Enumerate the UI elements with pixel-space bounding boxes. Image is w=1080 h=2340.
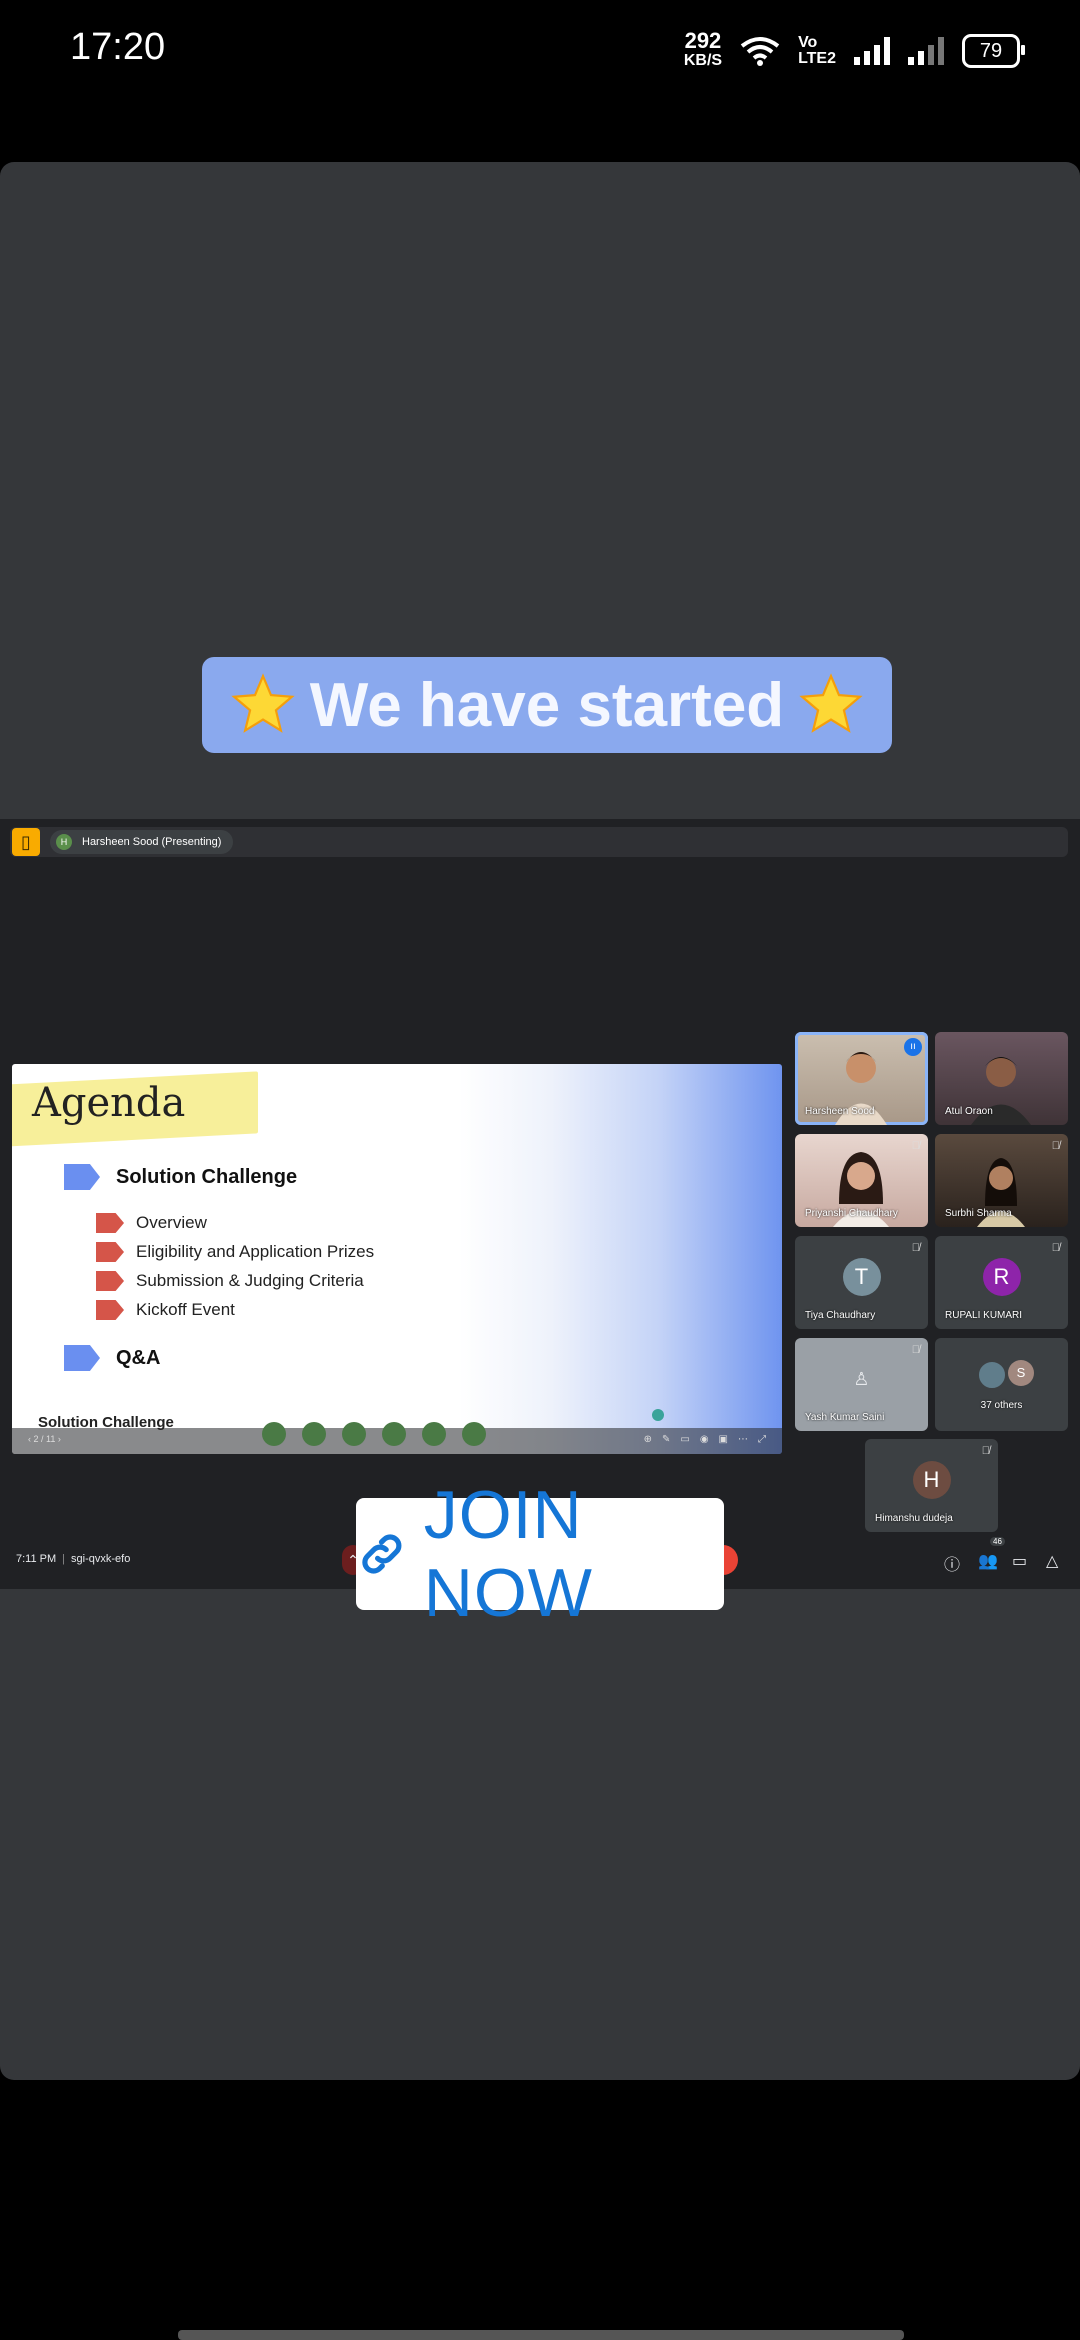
section-tag-icon [64, 1345, 100, 1371]
item-tag-icon [96, 1300, 124, 1320]
battery-icon: 79 [962, 34, 1025, 68]
star-icon [799, 673, 863, 733]
participant-tile[interactable]: 🎙̸ Priyanshi Chaudhary [795, 1134, 928, 1227]
slide-decoration [262, 1422, 486, 1446]
meet-top-bar: ▯ H Harsheen Sood (Presenting) [10, 827, 1068, 857]
agenda-item: Submission & Judging Criteria [96, 1271, 364, 1291]
participant-avatar: T [842, 1258, 881, 1296]
star-icon [231, 673, 295, 733]
broadcast-icon[interactable]: ◉ [700, 1434, 709, 1445]
signal-sim1-icon [854, 37, 890, 65]
meet-logo-icon: ▯ [12, 828, 40, 856]
network-speed: 292 KB/S [683, 28, 723, 70]
info-icon[interactable]: ⓘ [944, 1551, 960, 1575]
pointer-cursor [652, 1409, 664, 1421]
signal-sim2-icon [908, 37, 944, 65]
agenda-section: Solution Challenge [64, 1164, 297, 1190]
participant-tile[interactable]: Atul Oraon [935, 1032, 1068, 1125]
meeting-code: sgi-qvxk-efo [71, 1553, 131, 1565]
participant-tile[interactable]: T 🎙̸ Tiya Chaudhary [795, 1236, 928, 1329]
user-avatar-icon: ♙ [853, 1369, 870, 1389]
agenda-item: Overview [96, 1213, 207, 1233]
more-icon[interactable]: ⋯ [738, 1434, 748, 1445]
presenter-chip[interactable]: H Harsheen Sood (Presenting) [50, 830, 234, 854]
slide-title: Agenda [32, 1080, 186, 1126]
meet-screenshot: ▯ H Harsheen Sood (Presenting) Agenda So… [0, 819, 1080, 1589]
mic-off-icon: 🎙̸ [911, 1140, 920, 1152]
presenter-label: Harsheen Sood (Presenting) [82, 836, 222, 848]
started-banner: We have started [202, 657, 892, 753]
others-avatar: S [1008, 1360, 1034, 1386]
speaking-indicator-icon: ıı [904, 1038, 922, 1056]
pointer-icon[interactable]: ✎ [662, 1434, 670, 1445]
volte-indicator: Vo LTE2 [798, 34, 836, 67]
pip-icon[interactable]: ▣ [719, 1434, 728, 1445]
link-icon [362, 1534, 402, 1574]
people-icon[interactable]: 👥 [978, 1551, 998, 1571]
mic-off-icon: 🎙̸ [1051, 1242, 1060, 1254]
join-now-button[interactable]: JOIN NOW [356, 1477, 724, 1631]
participant-avatar: H [912, 1461, 951, 1499]
mic-off-icon: 🎙̸ [981, 1445, 990, 1457]
join-now-label: JOIN NOW [423, 1477, 593, 1631]
meeting-info: 7:11 PM | sgi-qvxk-efo [16, 1553, 131, 1565]
participant-tile[interactable]: ♙ 🎙̸ Yash Kumar Saini [795, 1338, 928, 1431]
banner-text: We have started [309, 670, 785, 740]
agenda-item: Kickoff Event [96, 1300, 235, 1320]
wifi-icon [740, 37, 780, 66]
mic-off-icon: 🎙̸ [1051, 1140, 1060, 1152]
status-bar: 17:20 292 KB/S Vo LTE2 79 [0, 0, 1080, 100]
fullscreen-icon[interactable]: ⤢ [758, 1434, 766, 1445]
mic-off-icon: 🎙̸ [911, 1344, 920, 1356]
slide-page-indicator[interactable]: ‹ 2 / 11 › [28, 1434, 61, 1444]
others-tile[interactable]: S 37 others [935, 1338, 1068, 1431]
participant-tile[interactable]: ıı Harsheen Sood [795, 1032, 928, 1125]
participant-tile[interactable]: R 🎙̸ RUPALI KUMARI [935, 1236, 1068, 1329]
participant-count-badge: 46 [990, 1537, 1005, 1546]
item-tag-icon [96, 1242, 124, 1262]
item-tag-icon [96, 1213, 124, 1233]
mic-off-icon: 🎙̸ [911, 1242, 920, 1254]
captions-icon[interactable]: ▭ [680, 1434, 689, 1445]
presenter-avatar: H [56, 834, 72, 850]
slide-toolbar: ⊕ ✎ ▭ ◉ ▣ ⋯ ⤢ [644, 1434, 766, 1445]
participant-tile[interactable]: H 🎙̸ Himanshu dudeja [865, 1439, 998, 1532]
others-avatar [977, 1360, 1007, 1390]
status-icons: 292 KB/S Vo LTE2 79 [683, 26, 1025, 76]
presentation-slide: Agenda Solution Challenge Overview Eligi… [12, 1064, 782, 1454]
slide-footer: Solution Challenge [38, 1414, 174, 1431]
chat-icon[interactable]: ▭ [1012, 1551, 1027, 1571]
meeting-time: 7:11 PM [16, 1553, 57, 1565]
participant-avatar: R [982, 1258, 1021, 1296]
clock: 17:20 [70, 26, 166, 68]
item-tag-icon [96, 1271, 124, 1291]
post-card: We have started ▯ H Harsheen Sood (Prese… [0, 162, 1080, 2080]
gesture-navigation-bar[interactable] [178, 2330, 904, 2340]
zoom-icon[interactable]: ⊕ [644, 1434, 652, 1445]
activities-icon[interactable]: △ [1046, 1551, 1058, 1571]
agenda-section: Q&A [64, 1345, 160, 1371]
section-tag-icon [64, 1164, 100, 1190]
participant-tile[interactable]: 🎙̸ Surbhi Sharma [935, 1134, 1068, 1227]
agenda-item: Eligibility and Application Prizes [96, 1242, 374, 1262]
